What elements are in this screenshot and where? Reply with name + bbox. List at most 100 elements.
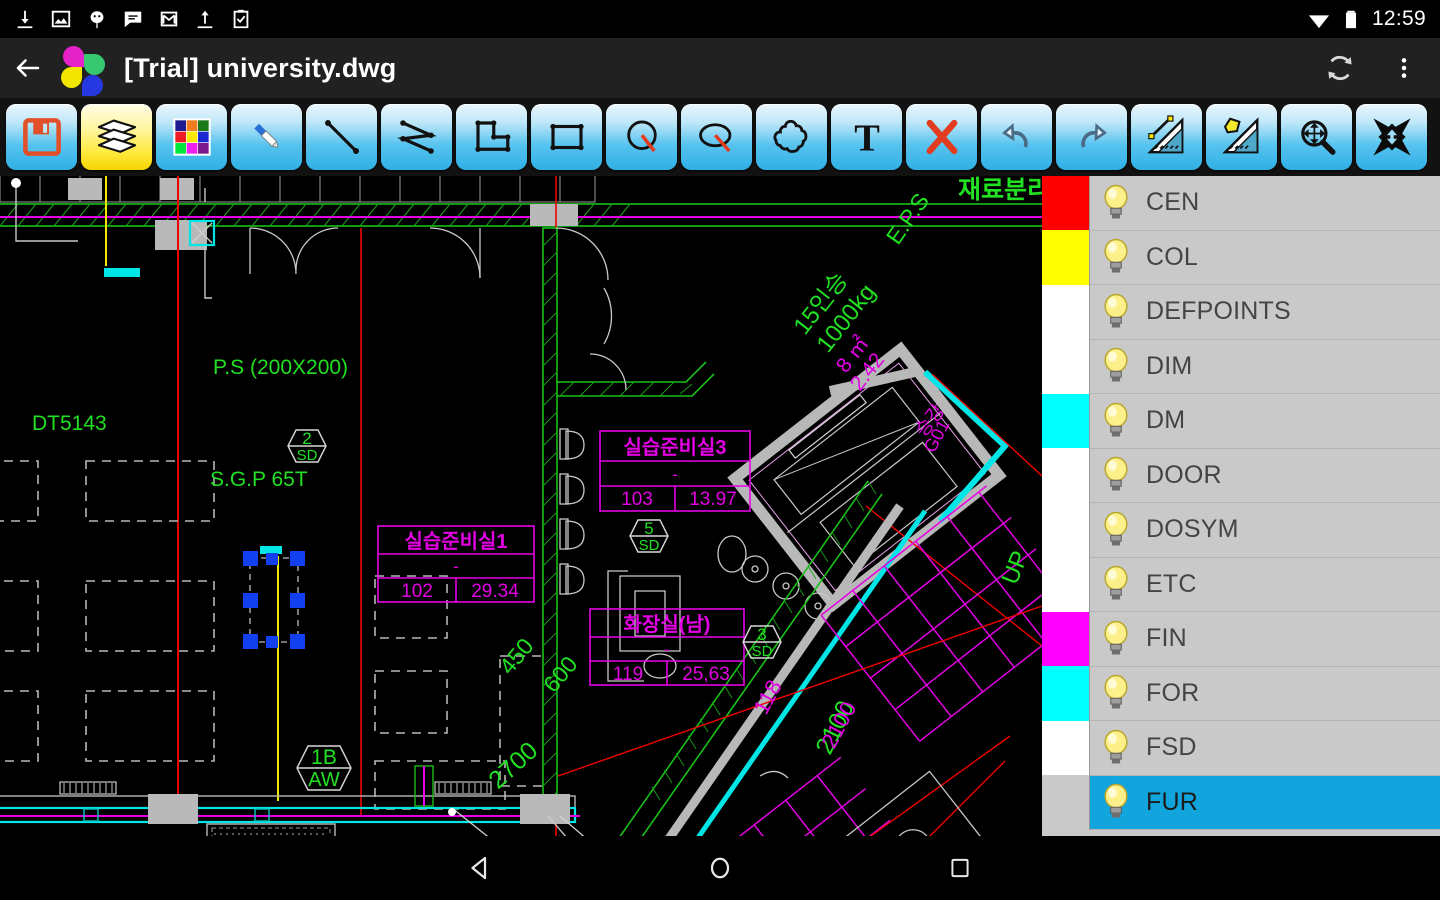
cloud-tool-button[interactable] bbox=[756, 104, 827, 170]
layer-visibility-bulb-icon[interactable] bbox=[1094, 775, 1138, 830]
layer-visibility-bulb-icon[interactable] bbox=[1094, 339, 1138, 394]
layer-row[interactable]: CEN bbox=[1042, 176, 1440, 231]
layer-color-swatch[interactable] bbox=[1042, 394, 1090, 449]
nav-recents-button[interactable] bbox=[915, 836, 1005, 900]
rectangle-icon bbox=[546, 116, 588, 158]
floppy-disk-icon bbox=[21, 116, 63, 158]
layer-color-swatch[interactable] bbox=[1042, 339, 1090, 394]
undo-arrow-icon bbox=[997, 117, 1037, 157]
upload-icon bbox=[194, 8, 216, 30]
color-palette-icon bbox=[172, 117, 212, 157]
nav-back-button[interactable] bbox=[435, 836, 525, 900]
angled-path-tool-button[interactable] bbox=[456, 104, 527, 170]
layer-name: DOOR bbox=[1146, 461, 1222, 490]
layer-color-swatch[interactable] bbox=[1042, 176, 1090, 230]
download-icon bbox=[14, 8, 36, 30]
layer-row[interactable]: DOOR bbox=[1042, 449, 1440, 504]
layer-visibility-bulb-icon[interactable] bbox=[1094, 285, 1138, 340]
four-arrows-icon bbox=[1370, 115, 1414, 159]
measure-distance-tool-button[interactable] bbox=[1131, 104, 1202, 170]
text-t-icon: T bbox=[847, 116, 887, 158]
image-icon bbox=[50, 8, 72, 30]
text-tool-button[interactable]: T bbox=[831, 104, 902, 170]
back-arrow-icon bbox=[13, 53, 43, 83]
svg-text:T: T bbox=[854, 117, 880, 158]
zoom-extents-tool-button[interactable] bbox=[1356, 104, 1427, 170]
room-name: 실습준비실3 bbox=[623, 436, 726, 459]
delete-tool-button[interactable] bbox=[906, 104, 977, 170]
layer-color-swatch[interactable] bbox=[1042, 721, 1090, 776]
save-tool-button[interactable] bbox=[6, 104, 77, 170]
svg-text:2: 2 bbox=[302, 429, 311, 448]
refresh-icon bbox=[1323, 51, 1357, 85]
zoom-pan-tool-button[interactable] bbox=[1281, 104, 1352, 170]
room-area: 13.97 bbox=[689, 489, 737, 510]
svg-text:5: 5 bbox=[644, 519, 653, 538]
undo-tool-button[interactable] bbox=[981, 104, 1052, 170]
layer-color-swatch[interactable] bbox=[1042, 503, 1090, 558]
ellipse-radius-icon bbox=[696, 116, 738, 158]
android-status-bar: 12:59 bbox=[0, 0, 1440, 38]
layer-visibility-bulb-icon[interactable] bbox=[1094, 666, 1138, 721]
room-sub: - bbox=[672, 465, 678, 484]
layer-visibility-bulb-icon[interactable] bbox=[1094, 176, 1138, 230]
pencil-tool-button[interactable] bbox=[231, 104, 302, 170]
overflow-menu-button[interactable] bbox=[1376, 38, 1432, 98]
layer-color-swatch[interactable] bbox=[1042, 775, 1090, 830]
layer-row[interactable]: FSD bbox=[1042, 721, 1440, 776]
layer-visibility-bulb-icon[interactable] bbox=[1094, 612, 1138, 667]
battery-icon bbox=[1340, 8, 1362, 30]
layer-row[interactable]: DEFPOINTS bbox=[1042, 285, 1440, 340]
layer-visibility-bulb-icon[interactable] bbox=[1094, 721, 1138, 776]
layer-name: FIN bbox=[1146, 624, 1187, 653]
layer-visibility-bulb-icon[interactable] bbox=[1094, 448, 1138, 503]
refresh-button[interactable] bbox=[1312, 38, 1368, 98]
hex-tag: 2 SD bbox=[288, 429, 326, 464]
layer-row[interactable]: DIM bbox=[1042, 340, 1440, 395]
layer-name: DOSYM bbox=[1146, 515, 1239, 544]
layer-color-swatch[interactable] bbox=[1042, 230, 1090, 285]
drawing-toolbar: T bbox=[0, 98, 1440, 176]
layer-visibility-bulb-icon[interactable] bbox=[1094, 503, 1138, 558]
layer-color-swatch[interactable] bbox=[1042, 666, 1090, 721]
clipboard-check-icon bbox=[230, 8, 252, 30]
android-nav-bar bbox=[0, 836, 1440, 900]
layer-name: FOR bbox=[1146, 679, 1199, 708]
layer-row[interactable]: DM bbox=[1042, 394, 1440, 449]
rectangle-tool-button[interactable] bbox=[531, 104, 602, 170]
nav-home-button[interactable] bbox=[675, 836, 765, 900]
layer-name: DIM bbox=[1146, 352, 1192, 381]
layer-row[interactable]: FIN bbox=[1042, 612, 1440, 667]
layer-visibility-bulb-icon[interactable] bbox=[1094, 230, 1138, 285]
svg-text:P.S (200X200): P.S (200X200) bbox=[213, 356, 348, 379]
layer-color-swatch[interactable] bbox=[1042, 612, 1090, 667]
circle-tool-button[interactable] bbox=[606, 104, 677, 170]
layer-list-panel[interactable]: CEN COL DEFPOINTS DIM DM DOOR bbox=[1042, 176, 1440, 836]
layer-color-swatch[interactable] bbox=[1042, 448, 1090, 503]
color-tool-button[interactable] bbox=[156, 104, 227, 170]
redo-tool-button[interactable] bbox=[1056, 104, 1127, 170]
status-bar-system-icons: 12:59 bbox=[1308, 7, 1426, 31]
layers-tool-button[interactable] bbox=[81, 104, 152, 170]
line-tool-button[interactable] bbox=[306, 104, 377, 170]
measure-area-tool-button[interactable] bbox=[1206, 104, 1277, 170]
layer-row[interactable]: DOSYM bbox=[1042, 503, 1440, 558]
layer-row-selected[interactable]: FUR bbox=[1042, 776, 1440, 831]
overflow-menu-icon bbox=[1391, 53, 1417, 83]
ellipse-tool-button[interactable] bbox=[681, 104, 752, 170]
layer-color-swatch[interactable] bbox=[1042, 557, 1090, 612]
polyline-tool-button[interactable] bbox=[381, 104, 452, 170]
circle-radius-icon bbox=[621, 116, 663, 158]
layer-visibility-bulb-icon[interactable] bbox=[1094, 394, 1138, 449]
triangle-back-icon bbox=[465, 853, 495, 883]
svg-text:3: 3 bbox=[757, 625, 766, 644]
cad-drawing-canvas[interactable]: 실습준비실3 - 103 13.97 실습준비실1 - 102 29.34 화장… bbox=[0, 176, 1042, 836]
layer-visibility-bulb-icon[interactable] bbox=[1094, 557, 1138, 612]
layer-row[interactable]: FOR bbox=[1042, 667, 1440, 722]
layer-row[interactable]: ETC bbox=[1042, 558, 1440, 613]
line-icon bbox=[321, 116, 363, 158]
layer-row[interactable]: COL bbox=[1042, 231, 1440, 286]
page-title: [Trial] university.dwg bbox=[124, 53, 396, 84]
back-button[interactable] bbox=[0, 38, 56, 98]
layer-color-swatch[interactable] bbox=[1042, 285, 1090, 340]
